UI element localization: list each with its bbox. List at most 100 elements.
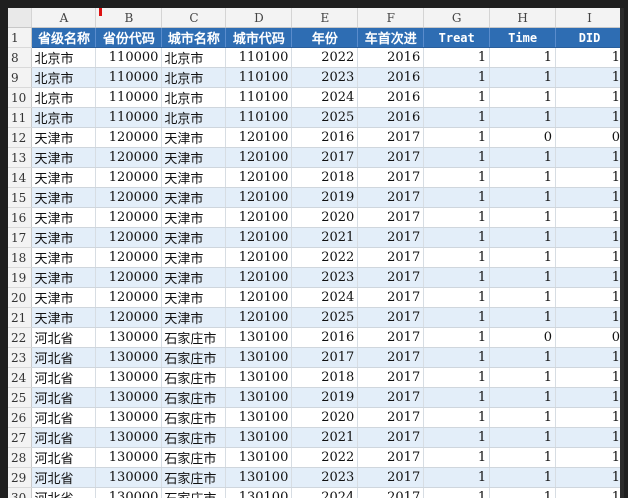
cell-did[interactable]: 1: [555, 87, 624, 108]
cell-province-name[interactable]: 天津市: [31, 207, 97, 228]
header-cell-city-name[interactable]: 城市名称: [161, 27, 227, 48]
cell-time[interactable]: 0: [489, 327, 557, 348]
spreadsheet-grid[interactable]: A B C D E F G H I 1 省级名称 省份代码 城市名称 城市代码 …: [8, 8, 624, 498]
cell-city-code[interactable]: 120100: [225, 267, 293, 288]
cell-province-code[interactable]: 130000: [95, 347, 163, 368]
cell-time[interactable]: 1: [489, 67, 557, 88]
row-number[interactable]: 30: [8, 487, 33, 498]
header-cell-treat[interactable]: Treat: [423, 27, 491, 48]
cell-did[interactable]: 1: [555, 387, 624, 408]
cell-time[interactable]: 1: [489, 267, 557, 288]
column-header-d[interactable]: D: [225, 8, 293, 28]
cell-time[interactable]: 1: [489, 287, 557, 308]
cell-province-name[interactable]: 河北省: [31, 487, 97, 498]
cell-city-code[interactable]: 130100: [225, 367, 293, 388]
cell-time[interactable]: 1: [489, 447, 557, 468]
cell-city-code[interactable]: 110100: [225, 67, 293, 88]
cell-treat[interactable]: 1: [423, 347, 491, 368]
cell-treat[interactable]: 1: [423, 187, 491, 208]
cell-province-code[interactable]: 110000: [95, 47, 163, 68]
cell-province-code[interactable]: 120000: [95, 147, 163, 168]
cell-did[interactable]: 0: [555, 127, 624, 148]
cell-province-name[interactable]: 天津市: [31, 127, 97, 148]
cell-city-name[interactable]: 石家庄市: [161, 487, 227, 498]
cell-province-name[interactable]: 天津市: [31, 267, 97, 288]
cell-province-code[interactable]: 120000: [95, 127, 163, 148]
cell-first-entry[interactable]: 2017: [357, 187, 425, 208]
cell-first-entry[interactable]: 2017: [357, 207, 425, 228]
cell-time[interactable]: 1: [489, 407, 557, 428]
cell-province-code[interactable]: 120000: [95, 247, 163, 268]
column-header-h[interactable]: H: [489, 8, 557, 28]
cell-city-code[interactable]: 110100: [225, 107, 293, 128]
cell-did[interactable]: 1: [555, 187, 624, 208]
row-number[interactable]: 17: [8, 227, 33, 248]
cell-province-name[interactable]: 河北省: [31, 407, 97, 428]
cell-treat[interactable]: 1: [423, 367, 491, 388]
cell-year[interactable]: 2021: [291, 227, 359, 248]
column-header-f[interactable]: F: [357, 8, 425, 28]
cell-time[interactable]: 1: [489, 227, 557, 248]
cell-did[interactable]: 1: [555, 107, 624, 128]
cell-year[interactable]: 2023: [291, 67, 359, 88]
cell-province-code[interactable]: 110000: [95, 67, 163, 88]
row-number[interactable]: 23: [8, 347, 33, 368]
cell-first-entry[interactable]: 2017: [357, 487, 425, 498]
cell-first-entry[interactable]: 2017: [357, 327, 425, 348]
cell-first-entry[interactable]: 2017: [357, 447, 425, 468]
cell-treat[interactable]: 1: [423, 147, 491, 168]
row-number[interactable]: 16: [8, 207, 33, 228]
cell-first-entry[interactable]: 2016: [357, 107, 425, 128]
cell-time[interactable]: 1: [489, 187, 557, 208]
cell-did[interactable]: 0: [555, 327, 624, 348]
cell-treat[interactable]: 1: [423, 407, 491, 428]
row-number[interactable]: 25: [8, 387, 33, 408]
cell-treat[interactable]: 1: [423, 287, 491, 308]
cell-year[interactable]: 2024: [291, 287, 359, 308]
row-number[interactable]: 20: [8, 287, 33, 308]
select-all-corner[interactable]: [8, 8, 33, 28]
cell-province-code[interactable]: 130000: [95, 447, 163, 468]
cell-city-name[interactable]: 天津市: [161, 307, 227, 328]
cell-year[interactable]: 2025: [291, 307, 359, 328]
cell-city-code[interactable]: 130100: [225, 387, 293, 408]
cell-year[interactable]: 2016: [291, 127, 359, 148]
cell-province-name[interactable]: 天津市: [31, 227, 97, 248]
cell-city-name[interactable]: 石家庄市: [161, 467, 227, 488]
cell-time[interactable]: 1: [489, 367, 557, 388]
cell-province-code[interactable]: 110000: [95, 87, 163, 108]
cell-treat[interactable]: 1: [423, 307, 491, 328]
header-cell-first-entry[interactable]: 车首次进: [357, 27, 425, 48]
cell-province-code[interactable]: 130000: [95, 427, 163, 448]
cell-province-code[interactable]: 120000: [95, 207, 163, 228]
cell-treat[interactable]: 1: [423, 47, 491, 68]
cell-did[interactable]: 1: [555, 267, 624, 288]
cell-did[interactable]: 1: [555, 487, 624, 498]
cell-city-code[interactable]: 120100: [225, 247, 293, 268]
cell-city-name[interactable]: 石家庄市: [161, 367, 227, 388]
cell-first-entry[interactable]: 2016: [357, 87, 425, 108]
cell-city-code[interactable]: 130100: [225, 347, 293, 368]
row-number[interactable]: 28: [8, 447, 33, 468]
row-number[interactable]: 26: [8, 407, 33, 428]
cell-city-name[interactable]: 天津市: [161, 267, 227, 288]
cell-province-code[interactable]: 120000: [95, 187, 163, 208]
cell-first-entry[interactable]: 2017: [357, 267, 425, 288]
cell-did[interactable]: 1: [555, 307, 624, 328]
cell-city-code[interactable]: 120100: [225, 307, 293, 328]
cell-time[interactable]: 1: [489, 307, 557, 328]
cell-city-name[interactable]: 天津市: [161, 147, 227, 168]
cell-city-name[interactable]: 天津市: [161, 287, 227, 308]
cell-city-code[interactable]: 130100: [225, 327, 293, 348]
cell-first-entry[interactable]: 2017: [357, 427, 425, 448]
cell-did[interactable]: 1: [555, 427, 624, 448]
column-header-a[interactable]: A: [31, 8, 97, 28]
cell-city-name[interactable]: 北京市: [161, 87, 227, 108]
cell-year[interactable]: 2022: [291, 247, 359, 268]
cell-year[interactable]: 2023: [291, 467, 359, 488]
cell-city-code[interactable]: 110100: [225, 87, 293, 108]
cell-city-code[interactable]: 120100: [225, 127, 293, 148]
cell-city-name[interactable]: 石家庄市: [161, 427, 227, 448]
column-header-g[interactable]: G: [423, 8, 491, 28]
cell-province-name[interactable]: 河北省: [31, 467, 97, 488]
